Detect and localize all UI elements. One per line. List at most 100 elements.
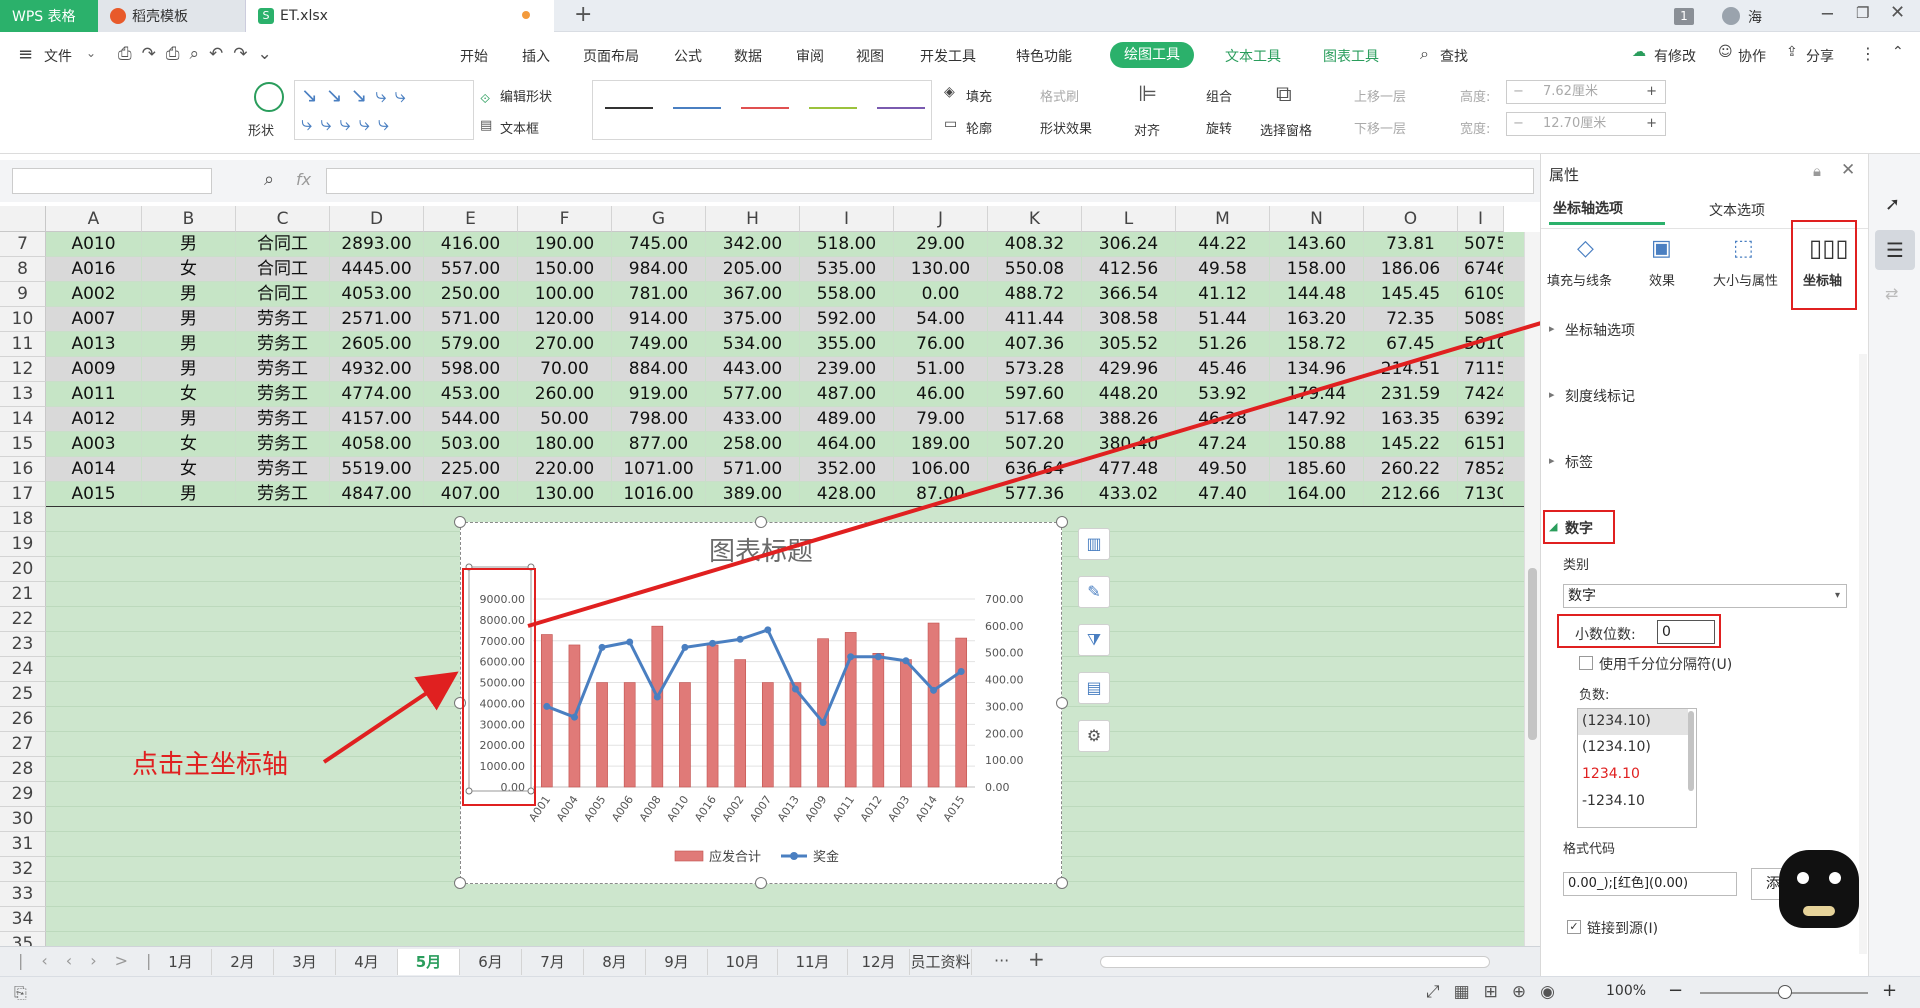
sheet-tab[interactable]: 2月 (212, 949, 274, 975)
modified-button[interactable]: 有修改 (1654, 46, 1696, 66)
table-cell[interactable]: 51.00 (894, 357, 988, 382)
table-cell[interactable]: 158.72 (1270, 332, 1364, 357)
empty-row[interactable] (46, 907, 1540, 932)
table-cell[interactable]: 487.00 (800, 382, 894, 407)
tab-template[interactable]: 稻壳模板 (98, 0, 246, 32)
zoom-level[interactable]: 100% (1606, 983, 1646, 999)
section-tick-marks[interactable]: 刻度线标记 (1565, 386, 1635, 406)
caret-right-icon[interactable]: ▸ (1549, 454, 1555, 467)
table-cell[interactable]: 919.00 (612, 382, 706, 407)
table-cell[interactable]: 408.32 (988, 232, 1082, 257)
column-header[interactable]: H (706, 206, 800, 232)
table-cell[interactable]: 6151 (1458, 432, 1504, 457)
table-cell[interactable]: 46.28 (1176, 407, 1270, 432)
table-cell[interactable]: 0.00 (894, 282, 988, 307)
row-header[interactable]: 11 (0, 332, 46, 357)
table-cell[interactable]: 男 (142, 332, 236, 357)
user-name[interactable]: 海 (1748, 7, 1762, 27)
table-cell[interactable]: A002 (46, 282, 142, 307)
more-sheets-button[interactable]: ··· (994, 951, 1009, 970)
collab-button[interactable]: 协作 (1738, 46, 1766, 66)
menu-review[interactable]: 审阅 (796, 46, 824, 66)
sheet-tab[interactable]: 12月 (848, 949, 910, 975)
outline-button[interactable]: 轮廓 (966, 118, 992, 137)
table-cell[interactable]: 571.00 (424, 307, 518, 332)
table-cell[interactable]: 190.00 (518, 232, 612, 257)
table-cell[interactable]: 749.00 (612, 332, 706, 357)
table-cell[interactable]: 6109 (1458, 282, 1504, 307)
caret-right-icon[interactable]: ▸ (1549, 388, 1555, 401)
table-cell[interactable]: 535.00 (800, 257, 894, 282)
table-cell[interactable]: 145.45 (1364, 282, 1458, 307)
table-cell[interactable]: 男 (142, 232, 236, 257)
table-cell[interactable]: 女 (142, 257, 236, 282)
table-cell[interactable]: 163.20 (1270, 307, 1364, 332)
table-cell[interactable]: 220.00 (518, 457, 612, 482)
table-cell[interactable]: 577.00 (706, 382, 800, 407)
resize-handle-bl[interactable] (454, 877, 466, 889)
negative-option-4[interactable]: -1234.10 (1582, 793, 1645, 809)
table-cell[interactable]: 163.35 (1364, 407, 1458, 432)
quick-access-icons[interactable]: ⎙↷⎙⌕↶↷⌄ (118, 44, 282, 64)
row-header[interactable]: 7 (0, 232, 46, 257)
table-cell[interactable]: 179.44 (1270, 382, 1364, 407)
table-cell[interactable]: A015 (46, 482, 142, 507)
avatar[interactable] (1722, 7, 1740, 25)
table-cell[interactable]: 2571.00 (330, 307, 424, 332)
table-cell[interactable]: 男 (142, 482, 236, 507)
table-cell[interactable]: 407.00 (424, 482, 518, 507)
line-style-blue[interactable] (673, 107, 721, 109)
row-header[interactable]: 31 (0, 832, 46, 857)
table-cell[interactable]: 260.22 (1364, 457, 1458, 482)
table-cell[interactable]: 433.02 (1082, 482, 1176, 507)
column-header[interactable]: E (424, 206, 518, 232)
table-cell[interactable]: 70.00 (518, 357, 612, 382)
shape-button[interactable]: 形状 (248, 120, 274, 139)
table-cell[interactable]: 150.00 (518, 257, 612, 282)
table-cell[interactable]: 44.22 (1176, 232, 1270, 257)
table-cell[interactable]: 239.00 (800, 357, 894, 382)
table-cell[interactable]: 劳务工 (236, 482, 330, 507)
table-cell[interactable]: 571.00 (706, 457, 800, 482)
empty-row[interactable] (46, 882, 1540, 907)
link-source-checkbox[interactable]: ✓ (1567, 920, 1581, 934)
table-cell[interactable]: 劳务工 (236, 382, 330, 407)
negative-number-list[interactable]: (1234.10) (1234.10) 1234.10 -1234.10 (1577, 708, 1697, 828)
chart-type-icon[interactable]: ▤ (1078, 672, 1110, 704)
row-header[interactable]: 28 (0, 757, 46, 782)
effect-label[interactable]: 效果 (1649, 270, 1675, 289)
table-cell[interactable]: 366.54 (1082, 282, 1176, 307)
table-cell[interactable]: 合同工 (236, 232, 330, 257)
column-header[interactable]: N (1270, 206, 1364, 232)
table-cell[interactable]: A010 (46, 232, 142, 257)
more-icon[interactable]: ⋮ (1860, 44, 1876, 63)
table-cell[interactable]: 5519.00 (330, 457, 424, 482)
table-cell[interactable]: 120.00 (518, 307, 612, 332)
table-cell[interactable]: 2605.00 (330, 332, 424, 357)
table-cell[interactable]: 189.00 (894, 432, 988, 457)
table-cell[interactable]: 488.72 (988, 282, 1082, 307)
table-cell[interactable]: A013 (46, 332, 142, 357)
negative-option-3[interactable]: 1234.10 (1582, 766, 1640, 782)
row-header[interactable]: 24 (0, 657, 46, 682)
row-header[interactable]: 17 (0, 482, 46, 507)
table-cell[interactable]: 375.00 (706, 307, 800, 332)
row-header[interactable]: 16 (0, 457, 46, 482)
row-header[interactable]: 20 (0, 557, 46, 582)
restore-icon[interactable]: ❐ (1856, 4, 1869, 22)
textbox-button[interactable]: 文本框 (500, 118, 539, 137)
table-cell[interactable]: 355.00 (800, 332, 894, 357)
table-cell[interactable]: 72.35 (1364, 307, 1458, 332)
fill-line-icon[interactable]: ◇ (1577, 236, 1594, 261)
row-header[interactable]: 14 (0, 407, 46, 432)
table-cell[interactable]: 180.00 (518, 432, 612, 457)
column-header[interactable]: O (1364, 206, 1458, 232)
table-cell[interactable]: 798.00 (612, 407, 706, 432)
table-cell[interactable]: 260.00 (518, 382, 612, 407)
chevron-down-icon[interactable]: ⌄ (86, 46, 96, 60)
menu-view[interactable]: 视图 (856, 46, 884, 66)
table-cell[interactable]: 106.00 (894, 457, 988, 482)
table-cell[interactable]: 79.00 (894, 407, 988, 432)
table-cell[interactable]: 448.20 (1082, 382, 1176, 407)
cat-mascot-image[interactable] (1779, 850, 1859, 928)
